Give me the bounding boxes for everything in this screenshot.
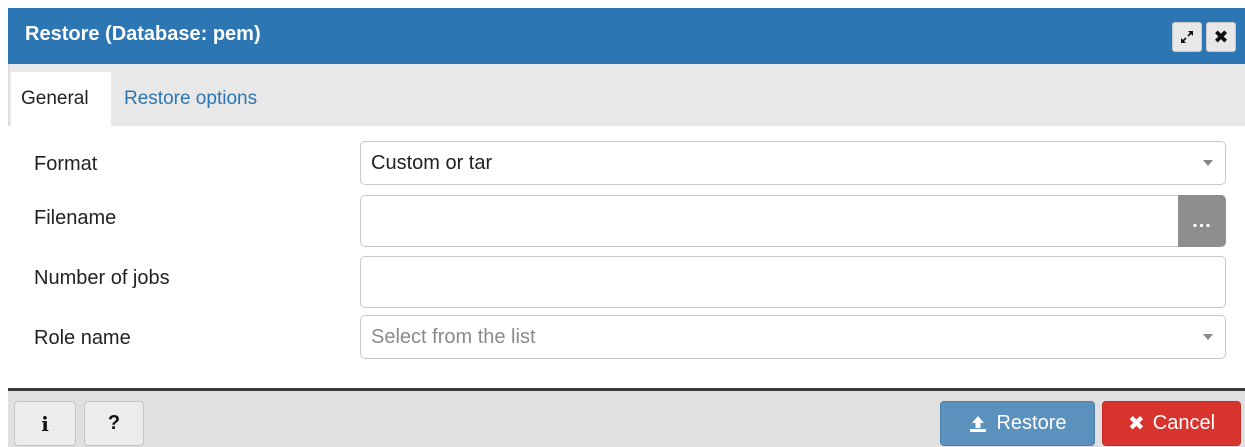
format-select[interactable]: Custom or tar bbox=[360, 141, 1226, 185]
tab-bar: General Restore options bbox=[8, 64, 1245, 126]
cancel-label: Cancel bbox=[1152, 412, 1216, 434]
expand-arrows-icon bbox=[1181, 31, 1193, 43]
close-icon: ✖ bbox=[1127, 413, 1145, 435]
restore-button[interactable]: Restore bbox=[940, 401, 1095, 446]
tab-restore-options[interactable]: Restore options bbox=[124, 72, 257, 126]
role-name-select[interactable]: Select from the list bbox=[360, 315, 1226, 359]
restore-dialog: Restore (Database: pem) ✖ General Restor… bbox=[8, 8, 1245, 447]
dialog-footer: i ? Restore ✖ Cancel bbox=[8, 388, 1245, 447]
help-button[interactable]: ? bbox=[84, 401, 144, 446]
chevron-down-icon bbox=[1203, 160, 1213, 166]
info-icon: i bbox=[41, 411, 49, 436]
jobs-label: Number of jobs bbox=[34, 267, 170, 289]
role-placeholder: Select from the list bbox=[371, 326, 536, 348]
ellipsis-icon: ... bbox=[1192, 209, 1212, 232]
format-label: Format bbox=[34, 153, 98, 175]
maximize-button[interactable] bbox=[1172, 22, 1202, 52]
help-icon: ? bbox=[107, 412, 121, 434]
general-form: Format Custom or tar Filename ... Number… bbox=[8, 126, 1245, 388]
dialog-titlebar[interactable]: Restore (Database: pem) ✖ bbox=[8, 8, 1245, 64]
filename-label: Filename bbox=[34, 207, 117, 229]
close-button[interactable]: ✖ bbox=[1206, 22, 1236, 52]
browse-file-button[interactable]: ... bbox=[1178, 195, 1226, 247]
dialog-title: Restore (Database: pem) bbox=[25, 23, 261, 45]
info-button[interactable]: i bbox=[14, 401, 76, 446]
upload-icon bbox=[968, 414, 988, 434]
tab-general[interactable]: General bbox=[11, 72, 111, 126]
chevron-down-icon bbox=[1203, 334, 1213, 340]
number-of-jobs-input[interactable] bbox=[360, 256, 1226, 308]
cancel-button[interactable]: ✖ Cancel bbox=[1102, 401, 1241, 446]
role-name-label: Role name bbox=[34, 327, 131, 349]
format-value: Custom or tar bbox=[371, 152, 493, 174]
filename-input[interactable]: ... bbox=[360, 195, 1226, 247]
restore-label: Restore bbox=[996, 412, 1067, 434]
close-icon: ✖ bbox=[1213, 26, 1229, 47]
